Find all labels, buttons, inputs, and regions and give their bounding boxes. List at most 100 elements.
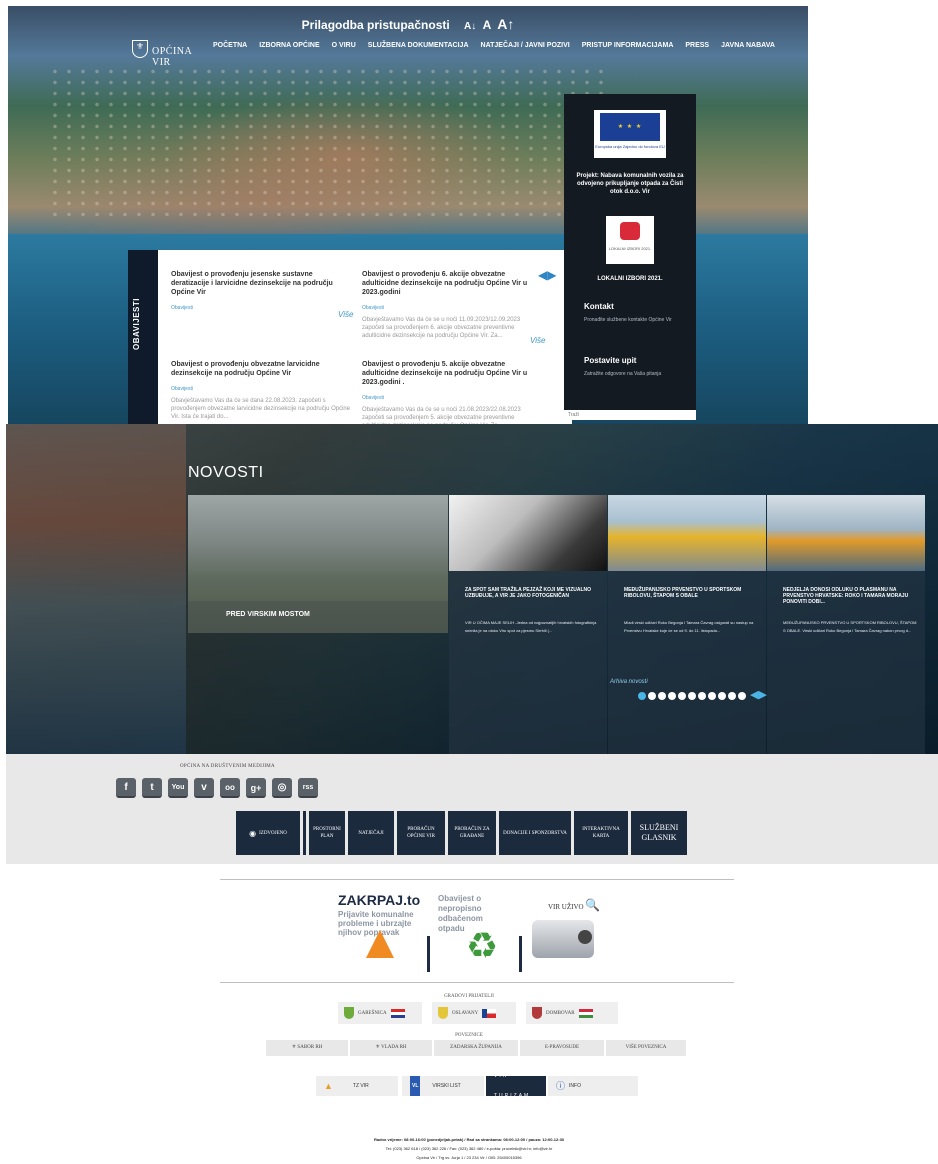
page-dot[interactable] [668,692,676,700]
notice-title[interactable]: Obavijest o provođenju 6. akcije obvezat… [362,270,542,297]
news-card[interactable]: NEDJELJA DONOSI ODLUKU O PLASMANU NA PRV… [767,495,925,754]
page-dot[interactable] [728,692,736,700]
tile-sluzbeni-glasnik[interactable]: SLUŽBENI GLASNIK [631,811,687,855]
nav-item-o-viru[interactable]: O VIRU [332,42,356,49]
notices-more-link[interactable]: Više [338,310,353,319]
font-normal-button[interactable]: A [483,18,491,32]
facebook-icon[interactable]: f [116,778,136,798]
tile-izdvojeno[interactable]: ◉ IZDVOJENO [236,811,300,855]
search-input[interactable]: Traži [564,410,696,420]
link-tz-vir[interactable]: ▲ TZ VIR [316,1076,398,1096]
page-dot[interactable] [698,692,706,700]
link-zadarska[interactable]: ZADARSKA ŽUPANIJA [434,1040,518,1056]
nav-item-javna-nabava[interactable]: JAVNA NABAVA [721,42,775,49]
notice-item[interactable]: Obavijest o provođenju obvezatne larvici… [171,360,351,421]
page-dot[interactable] [638,692,646,700]
logo-name: OPĆINA VIR [152,46,192,68]
nav-item-natjecaji[interactable]: NATJEČAJI / JAVNI POZIVI [481,42,570,49]
rss-icon[interactable]: rss [298,778,318,798]
link-vise-poveznica[interactable]: VIŠE POVEZNICA [606,1040,686,1056]
instagram-icon[interactable]: ◎ [272,778,292,798]
news-card-image[interactable] [608,495,766,571]
notice-item[interactable]: Obavijest o provođenju jesenske sustavne… [171,270,351,316]
tile-interaktivna-karta[interactable]: INTERAKTIVNA KARTA [574,811,628,855]
nav-item-press[interactable]: PRESS [685,42,709,49]
recycle-icon: ♻ [465,925,499,966]
nav-item-pristup-informacijama[interactable]: PRISTUP INFORMACIJAMA [582,42,674,49]
partner-garesnica[interactable]: GAREŠNICA [338,1002,422,1024]
font-decrease-button[interactable]: A↓ [464,21,476,32]
link-vlada[interactable]: ⚜ VLADA RH [350,1040,432,1056]
tile-prostorni-plan[interactable]: PROSTORNI PLAN [309,811,345,855]
partner-name: OSLAVANY [452,1010,479,1016]
notice-category[interactable]: Obavijesti [362,305,542,311]
news-card[interactable]: ZA SPOT SAM TRAŽILA PEJZAŽ KOJI ME VIZUA… [449,495,607,754]
camera-icon[interactable] [532,920,594,958]
project-text[interactable]: Projekt: Nabava komunalnih vozila za odv… [572,172,688,196]
link-vir-turizam[interactable]: VIR TURIZAM [486,1073,546,1099]
quick-tiles: ◉ IZDVOJENO PROSTORNI PLAN NATJEČAJI PROR… [236,811,687,855]
divider [220,982,734,983]
notice-title[interactable]: Obavijest o provođenju jesenske sustavne… [171,270,351,297]
page-dot[interactable] [678,692,686,700]
tile-proracun-gradani[interactable]: PRORAČUN ZA GRAĐANE [448,811,496,855]
vir-uzivo-link[interactable]: VIR UŽIVO 🔍 [548,898,600,913]
page-dot[interactable] [718,692,726,700]
page-dot[interactable] [738,692,746,700]
notice-category[interactable]: Obavijesti [171,386,351,392]
next-arrow-icon[interactable]: ▶ [758,689,766,701]
news-card[interactable]: MEĐUŽUPANIJSKO PRVENSTVO U SPORTSKOM RIB… [608,495,766,754]
notice-text: Obavještavamo Vas da će se u noći 11.09.… [362,317,521,339]
site-logo[interactable]: ⚜ OPĆINA VIR [132,36,207,68]
link-sabor[interactable]: ⚜ SABOR RH [266,1040,348,1056]
font-increase-button[interactable]: A↑ [497,16,514,32]
tile-natjecaji[interactable]: NATJEČAJI [348,811,394,855]
vimeo-icon[interactable]: v [194,778,214,798]
tile-proracun-opcine[interactable]: PRORAČUN OPĆINE VIR [397,811,445,855]
tile-donacije[interactable]: DONACIJE I SPONZORSTVA [499,811,571,855]
link-label: SABOR RH [297,1045,323,1050]
flickr-icon[interactable]: oo [220,778,240,798]
next-arrow-icon[interactable]: ▶ [547,268,556,282]
partner-oslavany[interactable]: OSLAVANY [432,1002,516,1024]
page-dot[interactable] [708,692,716,700]
notice-text: Obavještavamo Vas da će se dana 22.08.20… [171,398,351,420]
nav-item-izborna[interactable]: IZBORNA OPĆINE [259,42,319,49]
featured-news[interactable]: PRED VIRSKIM MOSTOM [188,495,448,633]
news-card-title[interactable]: NEDJELJA DONOSI ODLUKU O PLASMANU NA PRV… [783,587,919,605]
link-info[interactable]: ⓘ INFO [548,1076,638,1096]
link-virski-list[interactable]: VL VIRSKI LIST [402,1076,484,1096]
izbori-image-text: LOKALNI IZBORI 2021. [608,246,652,251]
notice-category[interactable]: Obavijesti [362,395,542,401]
partner-dombovar[interactable]: DOMBOVAR [526,1002,618,1024]
nav-item-sluzbena-dokumentacija[interactable]: SLUŽBENA DOKUMENTACIJA [368,42,469,49]
news-archive-link[interactable]: Arhiva novosti [610,679,648,685]
eu-banner[interactable]: ★ ★ ★ Europska unija Zajedno do fondova … [594,110,666,158]
notice-title[interactable]: Obavijest o provođenju 5. akcije obvezat… [362,360,542,387]
page-dot[interactable] [688,692,696,700]
izbori-banner[interactable]: LOKALNI IZBORI 2021. [606,216,654,264]
upit-title[interactable]: Postavite upit [584,356,636,365]
kontakt-title[interactable]: Kontakt [584,302,614,311]
twitter-icon[interactable]: t [142,778,162,798]
nav-item-pocetna[interactable]: POČETNA [213,42,247,49]
news-card-image[interactable] [767,495,925,571]
news-card-title[interactable]: MEĐUŽUPANIJSKO PRVENSTVO U SPORTSKOM RIB… [624,587,760,599]
footer-hours: Radno vrijeme: 08:00-16:00 (ponedjeljak-… [373,1137,565,1142]
featured-title[interactable]: PRED VIRSKIM MOSTOM [226,611,310,618]
izbori-caption[interactable]: LOKALNI IZBORI 2021. [572,276,688,282]
link-e-pravosude[interactable]: E-PRAVOSUDE [520,1040,604,1056]
news-card-image[interactable] [449,495,607,571]
notice-item[interactable]: Obavijest o provođenju 5. akcije obvezat… [362,360,542,424]
social-section: OPĆINA NA DRUŠTVENIM MEDIJIMA f t You v … [6,754,938,864]
youtube-icon[interactable]: You [168,778,188,798]
social-icons: f t You v oo g+ ◎ rss [116,778,318,798]
notices-more-link[interactable]: Više [530,336,545,345]
notice-item[interactable]: Obavijest o provođenju 6. akcije obvezat… [362,270,542,340]
google-plus-icon[interactable]: g+ [246,778,266,798]
page-dot[interactable] [648,692,656,700]
page-dot[interactable] [658,692,666,700]
news-card-title[interactable]: ZA SPOT SAM TRAŽILA PEJZAŽ KOJI ME VIZUA… [465,587,601,599]
notice-title[interactable]: Obavijest o provođenju obvezatne larvici… [171,360,351,378]
notice-category[interactable]: Obavijesti [171,305,351,311]
